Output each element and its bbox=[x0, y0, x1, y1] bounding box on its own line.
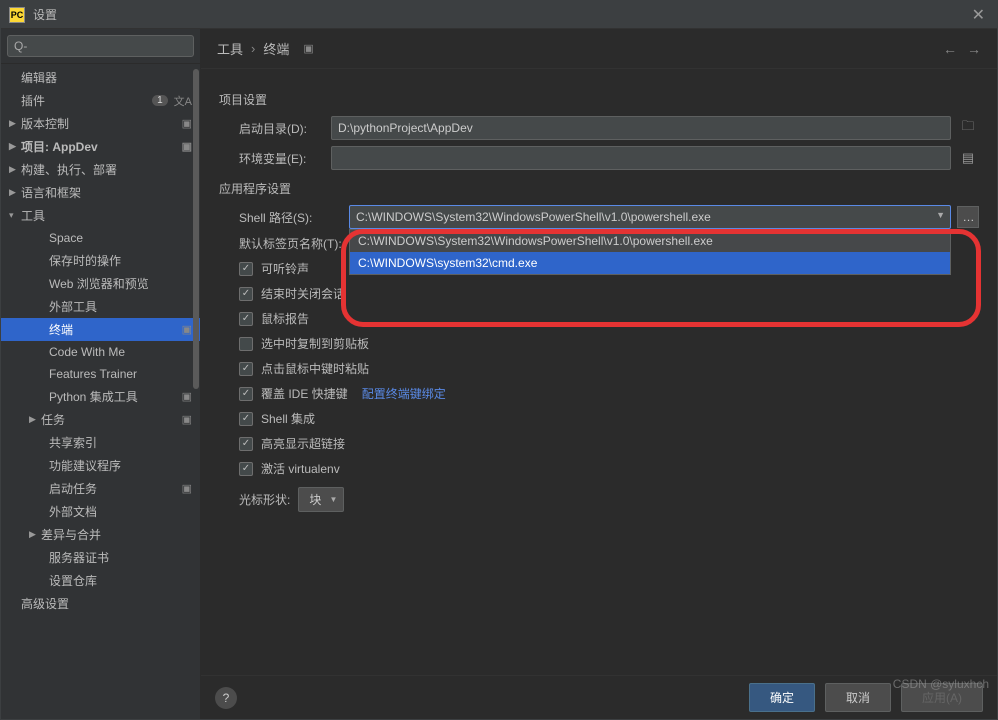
sidebar-item-codewithme[interactable]: Code With Me bbox=[1, 341, 200, 363]
sidebar-item-python-tools[interactable]: Python 集成工具▣ bbox=[1, 385, 200, 408]
sidebar-item-diff[interactable]: ▶差异与合并 bbox=[1, 523, 200, 546]
chevron-right-icon[interactable]: ▶ bbox=[9, 118, 19, 129]
chevron-right-icon[interactable]: ▶ bbox=[9, 141, 19, 152]
search-input[interactable] bbox=[7, 35, 194, 57]
settings-tree: 编辑器 插件1文A ▶版本控制▣ ▶项目: AppDev▣ ▶构建、执行、部署 … bbox=[1, 64, 200, 719]
shell-path-dropdown: C:\WINDOWS\System32\WindowsPowerShell\v1… bbox=[349, 229, 951, 275]
cancel-button[interactable]: 取消 bbox=[825, 683, 891, 712]
breadcrumb-part: 终端 bbox=[263, 39, 289, 58]
sidebar-item-startup-tasks[interactable]: 启动任务▣ bbox=[1, 477, 200, 500]
start-dir-input[interactable] bbox=[331, 116, 951, 140]
sidebar-item-tools[interactable]: ▾工具 bbox=[1, 204, 200, 227]
gear-icon: ▣ bbox=[182, 390, 192, 403]
gear-icon: ▣ bbox=[182, 117, 192, 130]
chevron-right-icon[interactable]: ▶ bbox=[9, 164, 19, 175]
checkbox-mouse-report[interactable]: 鼠标报告 bbox=[239, 310, 979, 327]
section-app: 应用程序设置 bbox=[219, 180, 979, 197]
app-logo: PC bbox=[9, 7, 25, 23]
sidebar-item-tasks[interactable]: ▶任务▣ bbox=[1, 408, 200, 431]
dropdown-option-cmd[interactable]: C:\WINDOWS\system32\cmd.exe bbox=[350, 252, 950, 274]
checkbox-middle-paste[interactable]: 点击鼠标中键时粘贴 bbox=[239, 360, 979, 377]
gear-icon: ▣ bbox=[182, 140, 192, 153]
apply-button[interactable]: 应用(A) bbox=[901, 683, 983, 712]
configure-bindings-link[interactable]: 配置终端键绑定 bbox=[362, 385, 446, 402]
env-vars-input[interactable] bbox=[331, 146, 951, 170]
sidebar-item-editor[interactable]: 编辑器 bbox=[1, 66, 200, 89]
sidebar-item-server-cert[interactable]: 服务器证书 bbox=[1, 546, 200, 569]
breadcrumb-part: 工具 bbox=[217, 39, 243, 58]
checkbox-copy-select[interactable]: 选中时复制到剪贴板 bbox=[239, 335, 979, 352]
sidebar-item-external-tools[interactable]: 外部工具 bbox=[1, 295, 200, 318]
close-icon[interactable]: ✕ bbox=[968, 5, 989, 25]
chevron-down-icon: ▼ bbox=[329, 495, 337, 504]
tab-name-label: 默认标签页名称(T): bbox=[239, 235, 349, 252]
sidebar-item-external-docs[interactable]: 外部文档 bbox=[1, 500, 200, 523]
sidebar-item-feature-suggester[interactable]: 功能建议程序 bbox=[1, 454, 200, 477]
sidebar-item-project[interactable]: ▶项目: AppDev▣ bbox=[1, 135, 200, 158]
gear-icon: ▣ bbox=[182, 323, 192, 336]
chevron-right-icon: › bbox=[251, 41, 255, 56]
section-project: 项目设置 bbox=[219, 91, 979, 108]
checkbox-close-session[interactable]: 结束时关闭会话 bbox=[239, 285, 979, 302]
chevron-right-icon[interactable]: ▶ bbox=[9, 187, 19, 198]
chevron-right-icon[interactable]: ▶ bbox=[29, 414, 39, 425]
checkbox-override-ide[interactable]: 覆盖 IDE 快捷键配置终端键绑定 bbox=[239, 385, 979, 402]
sidebar-item-vcs[interactable]: ▶版本控制▣ bbox=[1, 112, 200, 135]
sidebar-item-terminal[interactable]: 终端▣ bbox=[1, 318, 200, 341]
gear-icon: ▣ bbox=[303, 42, 313, 55]
cursor-shape-label: 光标形状: bbox=[239, 491, 290, 508]
sidebar-item-features-trainer[interactable]: Features Trainer bbox=[1, 363, 200, 385]
sidebar-item-build[interactable]: ▶构建、执行、部署 bbox=[1, 158, 200, 181]
back-arrow-icon[interactable]: ← bbox=[943, 41, 957, 57]
sidebar-item-browsers[interactable]: Web 浏览器和预览 bbox=[1, 272, 200, 295]
gear-icon: ▣ bbox=[182, 413, 192, 426]
sidebar-item-shared-idx[interactable]: 共享索引 bbox=[1, 431, 200, 454]
sidebar-item-lang[interactable]: ▶语言和框架 bbox=[1, 181, 200, 204]
chevron-down-icon[interactable]: ▾ bbox=[9, 210, 19, 221]
titlebar: PC 设置 ✕ bbox=[1, 1, 997, 29]
forward-arrow-icon[interactable]: → bbox=[967, 41, 981, 57]
checkbox-shell-integration[interactable]: Shell 集成 bbox=[239, 410, 979, 427]
checkbox-highlight-links[interactable]: 高亮显示超链接 bbox=[239, 435, 979, 452]
sidebar-item-advanced[interactable]: 高级设置 bbox=[1, 592, 200, 615]
dropdown-option-powershell[interactable]: C:\WINDOWS\System32\WindowsPowerShell\v1… bbox=[350, 230, 950, 252]
scrollbar[interactable] bbox=[192, 65, 200, 719]
sidebar: 编辑器 插件1文A ▶版本控制▣ ▶项目: AppDev▣ ▶构建、执行、部署 … bbox=[1, 29, 201, 719]
breadcrumb: 工具 › 终端 ▣ bbox=[217, 39, 314, 58]
translate-icon: 文A bbox=[174, 93, 192, 109]
shell-path-label: Shell 路径(S): bbox=[239, 209, 349, 226]
help-button[interactable]: ? bbox=[215, 687, 237, 709]
browse-button[interactable]: … bbox=[957, 206, 979, 228]
sidebar-item-save-actions[interactable]: 保存时的操作 bbox=[1, 249, 200, 272]
cursor-shape-select[interactable]: 块▼ bbox=[298, 487, 344, 512]
chevron-right-icon[interactable]: ▶ bbox=[29, 529, 39, 540]
env-vars-label: 环境变量(E): bbox=[239, 150, 331, 167]
gear-icon: ▣ bbox=[182, 482, 192, 495]
window-title: 设置 bbox=[33, 6, 57, 23]
folder-icon[interactable]: 🗀 bbox=[957, 117, 979, 139]
shell-path-input[interactable] bbox=[349, 205, 951, 229]
checkbox-activate-venv[interactable]: 激活 virtualenv bbox=[239, 460, 979, 477]
sidebar-item-plugins[interactable]: 插件1文A bbox=[1, 89, 200, 112]
list-icon[interactable]: ▤ bbox=[957, 147, 979, 169]
ok-button[interactable]: 确定 bbox=[749, 683, 815, 712]
sidebar-item-settings-repo[interactable]: 设置仓库 bbox=[1, 569, 200, 592]
sidebar-item-space[interactable]: Space bbox=[1, 227, 200, 249]
start-dir-label: 启动目录(D): bbox=[239, 120, 331, 137]
